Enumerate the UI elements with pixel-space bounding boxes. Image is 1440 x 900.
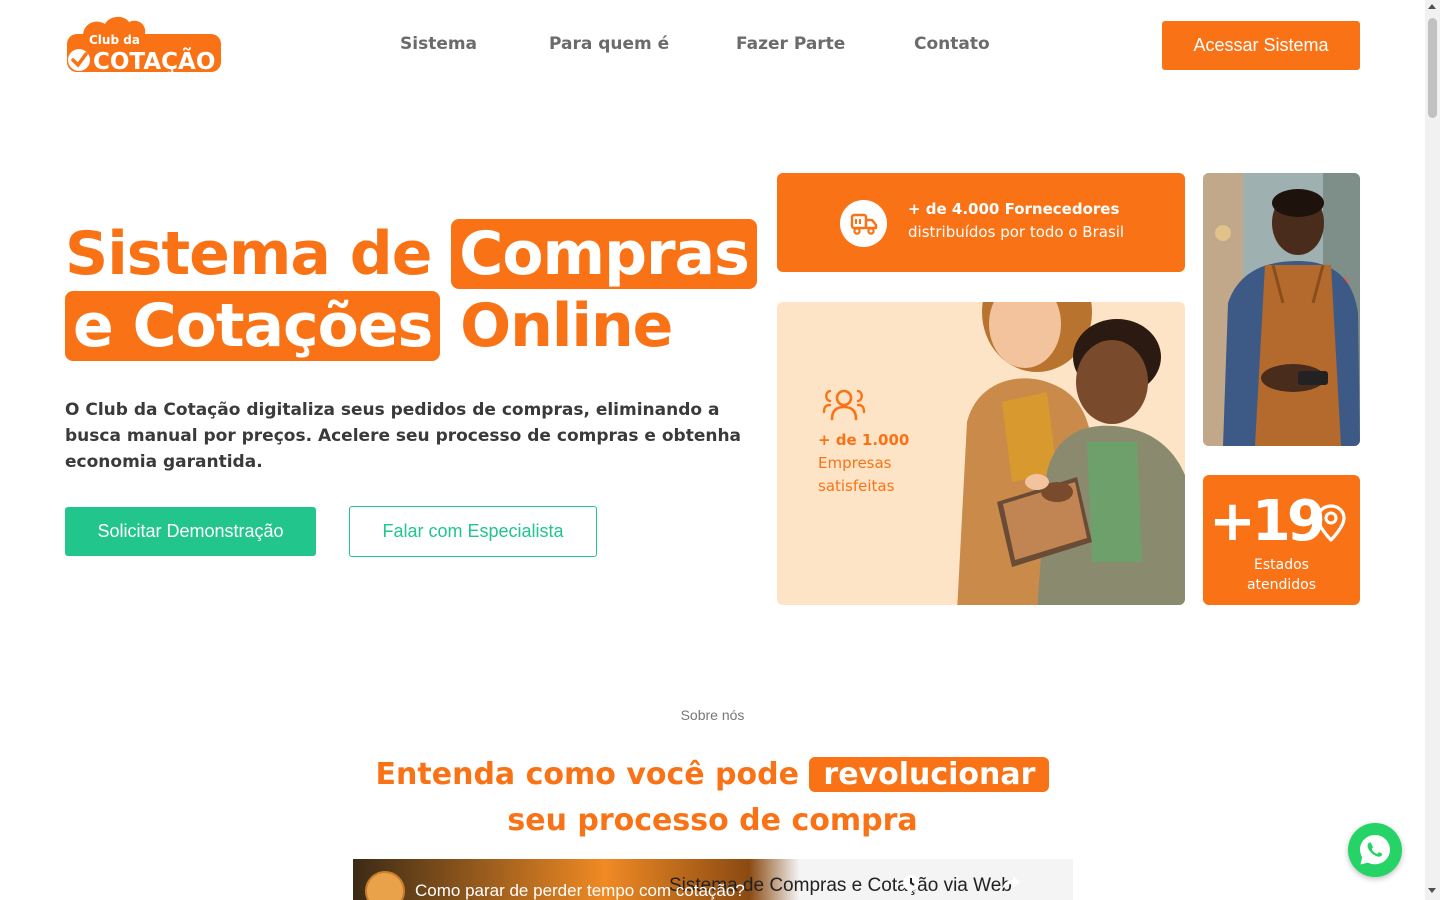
nav-sistema[interactable]: Sistema xyxy=(400,34,477,54)
companies-count: + de 1.000 xyxy=(818,431,910,449)
club-da-cotacao-logo[interactable]: Club da COTAÇÃO xyxy=(65,14,223,76)
request-demo-button[interactable]: Solicitar Demonstração xyxy=(65,507,316,556)
share-icon[interactable] xyxy=(1001,874,1021,892)
about-eyebrow: Sobre nós xyxy=(680,707,745,723)
states-label-2: atendidos xyxy=(1246,577,1317,593)
people-icon xyxy=(822,389,866,421)
logo-text-top: Club da xyxy=(89,33,140,47)
truck-icon xyxy=(850,213,877,235)
about-title-after: seu processo de compra xyxy=(507,803,918,838)
suppliers-stat-card: + de 4.000 Fornecedores distribuídos por… xyxy=(777,173,1185,272)
companies-stat-card: + de 1.000 Empresas satisfeitas xyxy=(777,302,1185,605)
scroll-thumb[interactable] xyxy=(1428,18,1437,118)
hero-title-highlight-compras: Compras xyxy=(451,219,757,289)
suppliers-count: + de 4.000 Fornecedores xyxy=(908,200,1120,218)
about-title-before: Entenda como você pode xyxy=(375,757,799,792)
shopkeeper-image xyxy=(1203,173,1360,446)
hero-title-part1: Sistema de xyxy=(65,219,432,289)
nav-contato[interactable]: Contato xyxy=(914,34,990,54)
site-header: Club da COTAÇÃO Sistema Para quem é Faze… xyxy=(0,0,1440,90)
states-stat-card: +19 Estados atendidos xyxy=(1203,475,1360,605)
hero-title-highlight-cotacoes: e Cotações xyxy=(65,291,441,361)
hero-title-part2: Online xyxy=(460,291,673,361)
people-with-tablet-photo xyxy=(957,302,1185,605)
truck-icon-circle xyxy=(840,200,887,247)
nav-para-quem-e[interactable]: Para quem é xyxy=(549,34,669,54)
logo-text-bottom: COTAÇÃO xyxy=(93,47,215,75)
video-title[interactable]: Como parar de perder tempo com cotação? xyxy=(415,881,745,900)
suppliers-subtitle: distribuídos por todo o Brasil xyxy=(908,223,1125,241)
states-count: +19 xyxy=(1209,489,1326,554)
about-title-highlight: revolucionar xyxy=(809,757,1050,792)
nav-fazer-parte[interactable]: Fazer Parte xyxy=(736,34,845,54)
whatsapp-button[interactable] xyxy=(1348,823,1402,877)
scroll-down-arrow-icon[interactable] xyxy=(1428,888,1436,893)
companies-label-1: Empresas xyxy=(818,454,892,472)
about-title: Entenda como você pode revolucionar seu … xyxy=(0,752,1425,844)
hero-description: O Club da Cotação digitaliza seus pedido… xyxy=(65,400,742,472)
scroll-up-arrow-icon[interactable] xyxy=(1428,4,1436,9)
access-system-button[interactable]: Acessar Sistema xyxy=(1162,21,1360,70)
hero-title: Sistema de Compras e Cotações Online xyxy=(65,218,765,362)
states-label-1: Estados xyxy=(1254,557,1309,573)
shopkeeper-photo xyxy=(1203,173,1360,446)
video-embed[interactable]: Sistema de Compras e Cotação via Web Com… xyxy=(353,859,1073,900)
whatsapp-icon xyxy=(1360,835,1390,865)
companies-label-2: satisfeitas xyxy=(818,477,895,495)
clock-icon[interactable] xyxy=(901,873,921,893)
location-pin-icon xyxy=(1316,504,1346,542)
talk-to-specialist-button[interactable]: Falar com Especialista xyxy=(349,506,597,557)
page-scrollbar[interactable] xyxy=(1425,0,1440,900)
